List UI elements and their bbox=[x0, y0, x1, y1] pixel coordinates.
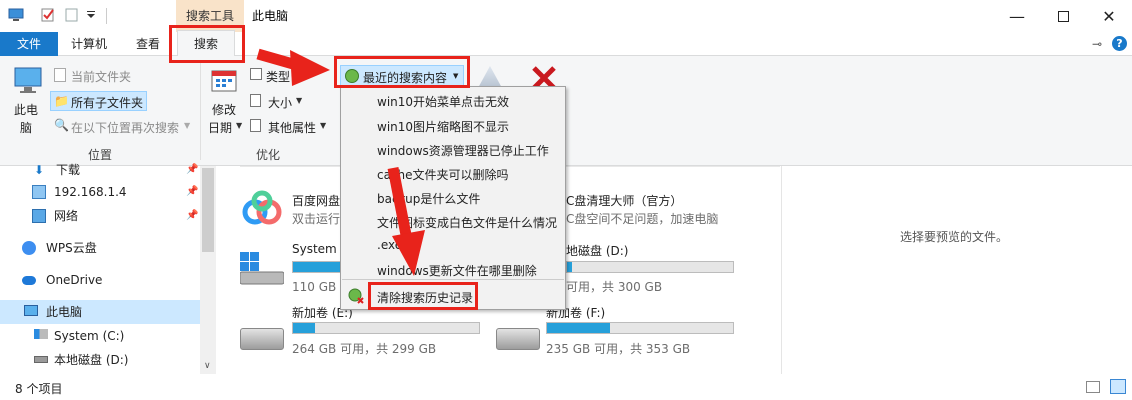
annotation-arrows bbox=[256, 48, 425, 276]
arrow-to-clear-history bbox=[387, 166, 425, 276]
arrow-to-recent-searches bbox=[256, 48, 330, 86]
